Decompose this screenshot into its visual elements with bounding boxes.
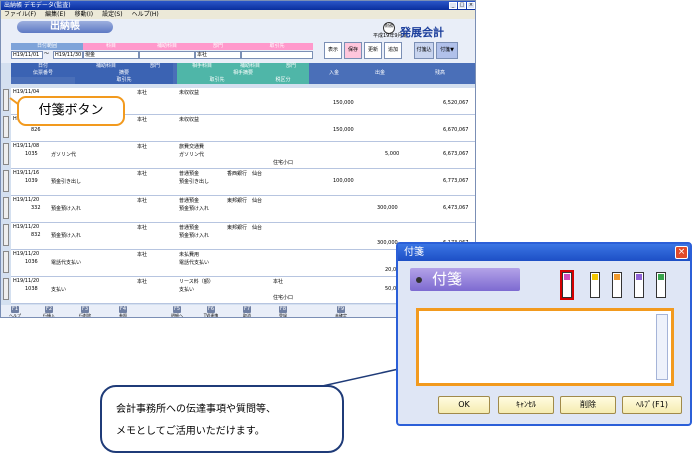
tag-dialog: 付箋 × 付箋 OK ｷｬﾝｾﾙ 削除 ﾍﾙﾌﾟ(F1) [396,242,692,426]
ok-button[interactable]: OK [438,396,490,414]
color-chip-green[interactable] [656,272,666,298]
explanation-bubble: 会計事務所への伝達事項や質問等、 メモとしてご活用いただけます。 [100,385,344,453]
cancel-button[interactable]: ｷｬﾝｾﾙ [498,396,554,414]
dialog-close-icon[interactable]: × [675,246,688,259]
bubble-line-2: メモとしてご活用いただけます。 [116,426,265,437]
tag-memo-textarea[interactable] [416,308,674,386]
dialog-title: 付箋 [398,244,690,261]
delete-button[interactable]: 削除 [560,396,616,414]
color-chip-purple[interactable] [634,272,644,298]
color-chip-pink[interactable] [560,270,574,300]
color-chip-orange[interactable] [612,272,622,298]
color-chip-yellow[interactable] [590,272,600,298]
tag-dot-icon [416,276,422,283]
bubble-line-1: 会計事務所への伝達事項や質問等、 [116,404,276,415]
dialog-help-button[interactable]: ﾍﾙﾌﾟ(F1) [622,396,682,414]
dialog-tag-label: 付箋 [410,268,520,291]
memo-scrollbar[interactable] [656,314,668,380]
